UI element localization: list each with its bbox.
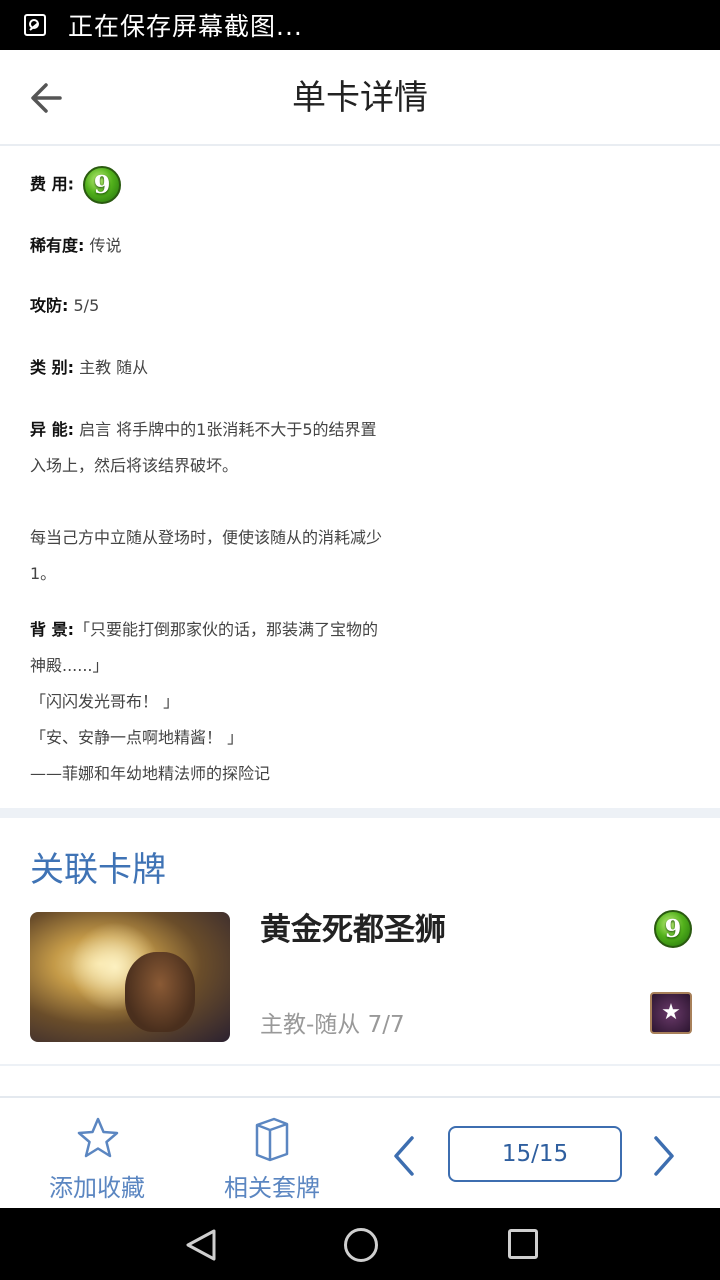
ability-line-3: 每当己方中立随从登场时，便使该随从的消耗减少 [30, 528, 383, 547]
system-home-icon[interactable] [344, 1228, 378, 1262]
stats-value: 5/5 [68, 296, 100, 315]
deck-box-icon [255, 1117, 289, 1162]
background-row: 背 景:「只要能打倒那家伙的话，那装满了宝物的 神殿......」 「闪闪发光哥… [30, 612, 690, 792]
rarity-row: 稀有度: 传说 [30, 228, 690, 264]
related-card-item[interactable]: 黄金死都圣狮 主教-随从 7/7 9 ★ [0, 906, 720, 1062]
ability-label: 异 能: [30, 420, 74, 439]
related-card-name: 黄金死都圣狮 [260, 912, 446, 948]
background-line-1: 「只要能打倒那家伙的话，那装满了宝物的 [73, 620, 378, 639]
cost-row: 费 用: 9 [30, 166, 690, 204]
stats-label: 攻防: [30, 296, 69, 315]
ability-line-2: 入场上，然后将该结界破坏。 [30, 456, 239, 475]
bottom-toolbar: 添加收藏 相关套牌 15/15 [0, 1096, 720, 1208]
system-back-icon[interactable] [184, 1228, 218, 1262]
cost-gem-icon: 9 [83, 166, 122, 204]
stats-row: 攻防: 5/5 [30, 288, 690, 324]
ability-row: 异 能: 启言 将手牌中的1张消耗不大于5的结界置 入场上，然后将该结界破坏。 … [30, 412, 690, 592]
related-card-subtitle: 主教-随从 7/7 [260, 1012, 405, 1038]
section-divider [0, 808, 720, 818]
status-bar: 正在保存屏幕截图... [0, 0, 720, 50]
type-row: 类 别: 主教 随从 [30, 350, 690, 386]
system-nav-bar [0, 1208, 720, 1280]
card-thumbnail[interactable] [30, 912, 230, 1042]
screenshot-icon [24, 14, 46, 36]
class-star-glyph: ★ [661, 1000, 681, 1025]
cost-gem-icon: 9 [654, 910, 692, 948]
type-label: 类 别: [30, 358, 74, 377]
status-text: 正在保存屏幕截图... [68, 12, 303, 41]
related-cards-heading: 关联卡牌 [30, 850, 166, 890]
cost-label: 费 用: [30, 174, 74, 194]
page-indicator[interactable]: 15/15 [448, 1126, 622, 1182]
app-bar: 单卡详情 [0, 50, 720, 146]
page-title: 单卡详情 [292, 78, 428, 118]
system-recents-icon[interactable] [508, 1229, 538, 1259]
ability-line-4: 1。 [30, 564, 57, 583]
previous-card-icon[interactable] [386, 1134, 422, 1178]
star-icon [77, 1117, 119, 1158]
add-favorite-button[interactable]: 添加收藏 [40, 1098, 154, 1208]
ability-line-1: 启言 将手牌中的1张消耗不大于5的结界置 [73, 420, 377, 439]
background-line-3: 「闪闪发光哥布！ 」 [30, 692, 180, 711]
rarity-label: 稀有度: [30, 236, 85, 255]
rarity-value: 传说 [84, 236, 122, 255]
card-divider [0, 1064, 720, 1066]
background-label: 背 景: [30, 620, 74, 639]
background-line-5: ——菲娜和年幼地精法师的探险记 [30, 764, 271, 783]
add-favorite-label: 添加收藏 [49, 1174, 145, 1202]
card-art-figure [125, 952, 195, 1032]
related-decks-label: 相关套牌 [224, 1174, 320, 1202]
bishop-class-icon: ★ [650, 992, 692, 1034]
card-detail-screen: 单卡详情 费 用: 9 稀有度: 传说 攻防: 5/5 类 别: 主教 随从 异… [0, 50, 720, 1208]
next-card-icon[interactable] [646, 1134, 682, 1178]
related-decks-button[interactable]: 相关套牌 [214, 1098, 330, 1208]
background-line-4: 「安、安静一点啊地精酱！ 」 [30, 728, 244, 747]
type-value: 主教 随从 [73, 358, 149, 377]
background-line-2: 神殿......」 [30, 656, 109, 675]
related-card-cost: 9 [650, 910, 692, 948]
back-arrow-icon[interactable] [26, 78, 70, 118]
